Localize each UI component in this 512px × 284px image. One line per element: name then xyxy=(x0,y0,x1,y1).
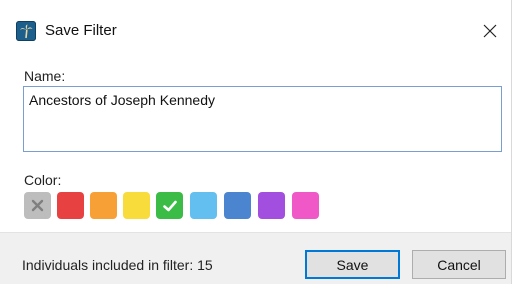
close-icon xyxy=(483,24,497,38)
save-filter-dialog: Save Filter Name: Ancestors of Joseph Ke… xyxy=(0,0,512,284)
color-swatch-red[interactable] xyxy=(57,192,84,219)
color-label: Color: xyxy=(24,172,62,188)
dialog-footer: Individuals included in filter: 15 Save … xyxy=(0,232,511,284)
close-button[interactable] xyxy=(469,10,511,52)
palm-tree-icon xyxy=(16,21,36,41)
name-label: Name: xyxy=(24,68,66,84)
color-swatch-orange[interactable] xyxy=(90,192,117,219)
save-button[interactable]: Save xyxy=(305,250,400,279)
name-input[interactable]: Ancestors of Joseph Kennedy xyxy=(23,86,502,152)
dialog-title: Save Filter xyxy=(45,22,117,39)
color-swatch-light-blue[interactable] xyxy=(190,192,217,219)
x-icon xyxy=(31,199,44,212)
color-swatch-yellow[interactable] xyxy=(123,192,150,219)
check-icon xyxy=(162,200,177,211)
filter-count-text: Individuals included in filter: 15 xyxy=(22,257,213,273)
name-input-value: Ancestors of Joseph Kennedy xyxy=(29,92,216,108)
cancel-button[interactable]: Cancel xyxy=(412,250,506,279)
color-swatch-green[interactable] xyxy=(156,192,183,219)
color-swatch-pink[interactable] xyxy=(292,192,319,219)
color-swatch-blue[interactable] xyxy=(224,192,251,219)
title-bar: Save Filter xyxy=(0,0,511,58)
color-swatch-none[interactable] xyxy=(24,192,51,219)
color-swatch-purple[interactable] xyxy=(258,192,285,219)
